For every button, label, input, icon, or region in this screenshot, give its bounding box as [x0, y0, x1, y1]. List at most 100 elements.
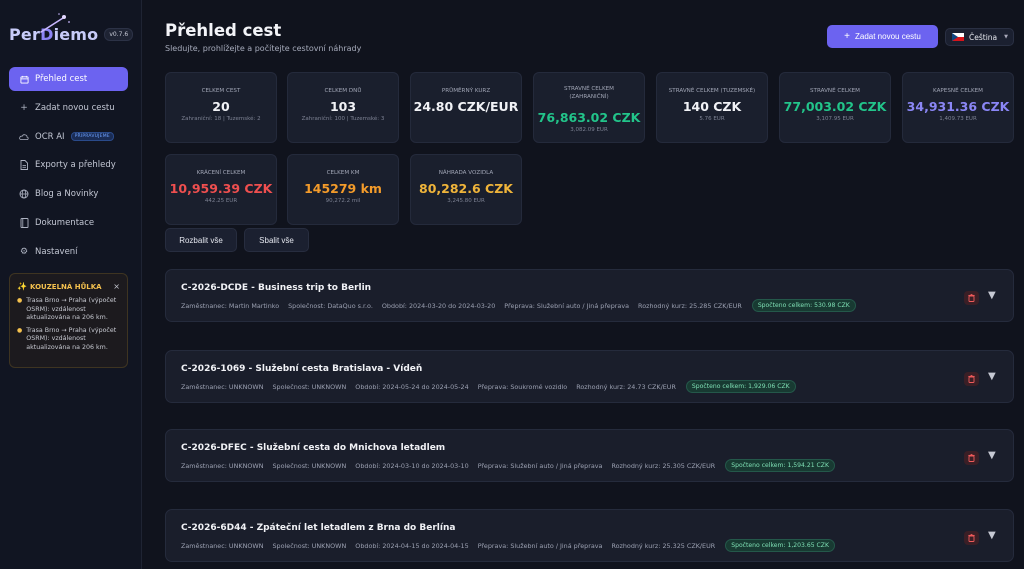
page-title: Přehled cest	[165, 21, 282, 40]
coming-soon-badge: PŘIPRAVUJEME	[70, 132, 114, 142]
trip-meta: Zaměstnanec: Martin Martinko Společnost:…	[181, 299, 856, 312]
total-badge: Spočteno celkem: 1,929.06 CZK	[685, 380, 796, 393]
list-item: ● Trasa Brno → Praha (výpočet OSRM): vzd…	[17, 297, 117, 321]
expand-toggle-icon[interactable]: ▼	[988, 450, 996, 461]
cloud-icon	[19, 132, 29, 142]
stat-subvalue: 1,409.73 EUR	[939, 116, 977, 122]
trash-icon	[968, 454, 975, 462]
trip-card[interactable]: C-2026-6D44 - Zpáteční let letadlem z Br…	[165, 509, 1014, 562]
stat-value: 76,863.02 CZK	[537, 110, 641, 125]
chevron-down-icon: ▼	[1004, 34, 1008, 40]
stat-subvalue: Zahraniční: 18 | Tuzemské: 2	[181, 116, 261, 122]
sidebar-item-label: Přehled cest	[35, 74, 88, 84]
globe-icon	[19, 189, 29, 199]
document-icon	[19, 160, 29, 171]
trip-meta: Zaměstnanec: UNKNOWN Společnost: UNKNOWN…	[181, 539, 835, 552]
stat-card-reductions: KRÁCENÍ CELKEM 10,959.39 CZK 442.25 EUR	[165, 154, 277, 225]
sidebar-item-label: Dokumentace	[35, 217, 95, 228]
stat-subvalue: 3,245.80 EUR	[447, 198, 485, 204]
sidebar-item-trips-overview[interactable]: Přehled cest	[9, 67, 128, 91]
sidebar-item-label: Exporty a přehledy	[35, 160, 116, 171]
expand-toggle-icon[interactable]: ▼	[988, 371, 996, 382]
stat-card-total-km: CELKEM KM 145279 km 90,272.2 mil	[287, 154, 399, 225]
language-select[interactable]: Čeština ▼	[945, 28, 1014, 46]
sidebar-item-label: Blog a Novinky	[35, 189, 99, 200]
delete-button[interactable]	[964, 451, 979, 465]
delete-button[interactable]	[964, 372, 979, 386]
sidebar-item-new-trip[interactable]: + Zadat novou cestu	[9, 96, 128, 120]
trip-title: C-2026-1069 - Služební cesta Bratislava …	[181, 364, 423, 374]
collapse-all-button[interactable]: Sbalit vše	[244, 228, 309, 252]
sidebar-item-blog[interactable]: Blog a Novinky	[9, 182, 128, 206]
wand-icon	[40, 13, 70, 33]
plus-icon: +	[20, 102, 28, 113]
stat-card-pocket-money: KAPESNÉ CELKEM 34,931.36 CZK 1,409.73 EU…	[902, 72, 1014, 143]
delete-button[interactable]	[964, 291, 979, 305]
trash-icon	[968, 534, 975, 542]
sidebar-item-ocr-ai[interactable]: OCR AI PŘIPRAVUJEME	[9, 125, 128, 149]
stat-card-meal-domestic: STRAVNÉ CELKEM (TUZEMSKÉ) 140 CZK 5.76 E…	[656, 72, 768, 143]
trip-card[interactable]: C-2026-DFEC - Služební cesta do Mnichova…	[165, 429, 1014, 482]
sidebar-item-label: Zadat novou cestu	[35, 102, 115, 113]
sidebar-item-docs[interactable]: Dokumentace	[9, 211, 128, 235]
magic-wand-header: ✨ KOUZELNÁ HŮLKA ×	[17, 282, 120, 291]
stat-subvalue: 5.76 EUR	[699, 116, 725, 122]
expand-all-button[interactable]: Rozbalit vše	[165, 228, 237, 252]
add-trip-button[interactable]: + Zadat novou cestu	[827, 25, 938, 48]
trash-icon	[968, 375, 975, 383]
plus-icon: +	[844, 31, 850, 42]
stat-subvalue: 442.25 EUR	[204, 198, 238, 204]
app-logo[interactable]: PerDiemo v0.7.6	[9, 13, 134, 46]
trip-title: C-2026-DCDE - Business trip to Berlin	[181, 283, 372, 293]
trash-icon	[968, 294, 975, 302]
stat-subvalue: 3,107.95 EUR	[816, 116, 854, 122]
total-badge: Spočteno celkem: 1,203.65 CZK	[725, 539, 835, 552]
book-icon	[19, 218, 29, 228]
trip-meta: Zaměstnanec: UNKNOWN Společnost: UNKNOWN…	[181, 459, 835, 472]
list-item: ● Trasa Brno → Praha (výpočet OSRM): vzd…	[17, 326, 117, 351]
sidebar-item-exports[interactable]: Exporty a přehledy	[9, 153, 128, 177]
stat-subvalue: Zahraniční: 100 | Tuzemské: 3	[301, 116, 385, 122]
magic-wand-list: ● Trasa Brno → Praha (výpočet OSRM): vzd…	[17, 297, 120, 352]
total-badge: Spočteno celkem: 530.98 CZK	[751, 299, 856, 312]
stat-card-total-days: CELKEM DNŮ 103 Zahraniční: 100 | Tuzemsk…	[287, 72, 399, 143]
language-label: Čeština	[969, 32, 998, 42]
stat-value: 145279 km	[304, 181, 382, 196]
stat-value: 34,931.36 CZK	[906, 99, 1010, 114]
close-icon[interactable]: ×	[113, 282, 120, 291]
bullet-icon: ●	[17, 326, 23, 334]
stat-value: 20	[212, 99, 230, 114]
stat-value: 103	[329, 99, 357, 114]
stat-value: 80,282.6 CZK	[419, 181, 513, 196]
stat-card-avg-rate: PRŮMĚRNÝ KURZ 24.80 CZK/EUR	[410, 72, 522, 143]
stat-subvalue: 3,082.09 EUR	[570, 127, 608, 133]
trip-card[interactable]: C-2026-DCDE - Business trip to Berlin Za…	[165, 269, 1014, 322]
stat-card-vehicle-compensation: NÁHRADA VOZIDLA 80,282.6 CZK 3,245.80 EU…	[410, 154, 522, 225]
stat-value: 10,959.39 CZK	[169, 181, 273, 196]
stat-card-meal-total: STRAVNÉ CELKEM 77,003.02 CZK 3,107.95 EU…	[779, 72, 891, 143]
delete-button[interactable]	[964, 531, 979, 545]
trip-title: C-2026-DFEC - Služební cesta do Mnichova…	[181, 443, 446, 453]
expand-toggle-icon[interactable]: ▼	[988, 530, 996, 541]
sidebar-nav: Přehled cest + Zadat novou cestu OCR AI …	[9, 67, 128, 269]
stat-card-total-trips: CELKEM CEST 20 Zahraniční: 18 | Tuzemské…	[165, 72, 277, 143]
trip-card[interactable]: C-2026-1069 - Služební cesta Bratislava …	[165, 350, 1014, 403]
czech-flag-icon	[952, 33, 964, 41]
version-badge: v0.7.6	[104, 27, 134, 41]
stat-value: 77,003.02 CZK	[783, 99, 887, 114]
page-subtitle: Sledujte, prohlížejte a počítejte cestov…	[165, 44, 362, 53]
sidebar-item-label: OCR AI	[35, 131, 65, 142]
gear-icon: ⚙	[19, 246, 29, 257]
total-badge: Spočteno celkem: 1,594.21 CZK	[725, 459, 835, 472]
stat-value: 24.80 CZK/EUR	[413, 99, 519, 114]
sidebar: PerDiemo v0.7.6 Přehled cest + Zadat nov…	[0, 0, 142, 569]
sidebar-item-settings[interactable]: ⚙ Nastavení	[9, 240, 128, 264]
trip-meta: Zaměstnanec: UNKNOWN Společnost: UNKNOWN…	[181, 380, 796, 393]
magic-wand-panel: ✨ KOUZELNÁ HŮLKA × ● Trasa Brno → Praha …	[9, 273, 128, 368]
expand-toggle-icon[interactable]: ▼	[988, 290, 996, 301]
stat-subvalue: 90,272.2 mil	[325, 198, 361, 204]
magic-wand-title: KOUZELNÁ HŮLKA	[29, 282, 102, 291]
sparkle-icon: ✨	[17, 282, 27, 291]
stat-card-meal-foreign: STRAVNÉ CELKEM (ZAHRANIČNÍ) 76,863.02 CZK…	[533, 72, 645, 143]
bullet-icon: ●	[17, 297, 23, 304]
